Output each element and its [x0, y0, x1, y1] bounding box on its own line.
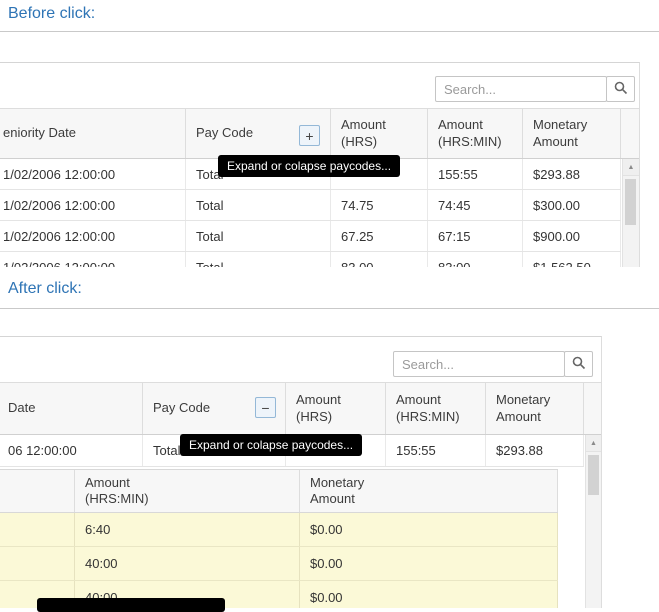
scroll-up-icon[interactable]: ▲	[586, 435, 601, 452]
cell-date: 06 12:00:00	[0, 435, 143, 466]
vertical-scrollbar[interactable]: ▲	[622, 159, 639, 267]
cell-amount-hrs: 74.75	[331, 190, 428, 220]
cell-amount-hrsmin: 83:00	[428, 252, 523, 267]
table-row[interactable]: 1/02/2006 12:00:00 Total 67.25 67:15 $90…	[0, 221, 621, 252]
cell-paycode: Total	[186, 190, 331, 220]
scrollbar-thumb[interactable]	[588, 455, 599, 495]
after-heading: After click:	[8, 280, 82, 298]
column-header-amount-hrs[interactable]: Amount (HRS)	[331, 109, 428, 158]
expand-collapse-tooltip: Expand or colapse paycodes...	[180, 434, 362, 456]
search-button[interactable]	[564, 351, 593, 377]
detail-column-label: Amount (HRS:MIN)	[85, 475, 165, 508]
cell-amount-hrsmin: 40:00	[75, 547, 300, 580]
column-header-monetary-amount[interactable]: Monetary Amount	[486, 383, 584, 434]
detail-column-header-amount-hrsmin[interactable]: Amount (HRS:MIN)	[75, 470, 300, 512]
search-input[interactable]	[435, 76, 607, 102]
collapse-paycodes-button[interactable]: −	[255, 397, 276, 418]
divider	[0, 308, 659, 309]
cell-amount-hrsmin: 67:15	[428, 221, 523, 251]
cell-blank	[0, 513, 75, 546]
divider	[0, 31, 659, 32]
cell-monetary: $0.00	[300, 547, 558, 580]
detail-column-header-blank	[0, 470, 75, 512]
table-row[interactable]: 1/02/2006 12:00:00 Total 83.00 83:00 $1,…	[0, 252, 621, 267]
column-header-date[interactable]: Date	[0, 383, 143, 434]
cell-date: 1/02/2006 12:00:00	[0, 190, 186, 220]
expand-paycodes-button[interactable]: +	[299, 125, 320, 146]
scrollbar-thumb[interactable]	[625, 179, 636, 225]
cell-monetary: $293.88	[523, 159, 621, 189]
scroll-up-icon[interactable]: ▲	[623, 159, 639, 176]
column-header-amount-hrsmin[interactable]: Amount (HRS:MIN)	[386, 383, 486, 434]
cell-monetary: $900.00	[523, 221, 621, 251]
search-icon	[572, 356, 586, 373]
cell-paycode: Total	[186, 221, 331, 251]
detail-column-header-monetary-amount[interactable]: Monetary Amount	[300, 470, 558, 512]
cell-date: 1/02/2006 12:00:00	[0, 159, 186, 189]
cell-monetary: $293.88	[486, 435, 584, 466]
cell-monetary: $1,562.50	[523, 252, 621, 267]
cell-monetary: $0.00	[300, 581, 558, 608]
detail-row[interactable]: 6:40 $0.00	[0, 513, 558, 547]
cell-amount-hrsmin: 155:55	[428, 159, 523, 189]
after-grid-header: Date Pay Code Amount (HRS) Amount (HRS:M…	[0, 383, 602, 435]
cell-amount-hrsmin: 155:55	[386, 435, 486, 466]
before-grid-header: eniority Date Pay Code Amount (HRS) Amou…	[0, 109, 640, 159]
search-button[interactable]	[606, 76, 635, 102]
column-header-amount-hrs[interactable]: Amount (HRS)	[286, 383, 386, 434]
before-heading: Before click:	[8, 5, 95, 23]
column-header-monetary-amount[interactable]: Monetary Amount	[523, 109, 621, 158]
header-filler	[584, 383, 602, 434]
cell-monetary: $0.00	[300, 513, 558, 546]
detail-column-label: Monetary Amount	[310, 475, 390, 508]
column-header-seniority-date[interactable]: eniority Date	[0, 109, 186, 158]
expand-collapse-tooltip: Expand or colapse paycodes...	[218, 155, 400, 177]
before-grid: eniority Date Pay Code Amount (HRS) Amou…	[0, 62, 640, 267]
after-grid-toolbar	[0, 337, 601, 383]
cell-monetary: $300.00	[523, 190, 621, 220]
table-row[interactable]: 1/02/2006 12:00:00 Total 74.75 74:45 $30…	[0, 190, 621, 221]
detail-grid-header: Amount (HRS:MIN) Monetary Amount	[0, 469, 558, 513]
detail-row[interactable]: 40:00 $0.00	[0, 547, 558, 581]
cell-amount-hrsmin: 6:40	[75, 513, 300, 546]
header-filler	[621, 109, 640, 158]
cell-date: 1/02/2006 12:00:00	[0, 252, 186, 267]
cell-amount-hrs: 83.00	[331, 252, 428, 267]
vertical-scrollbar[interactable]: ▲	[585, 435, 601, 608]
after-grid: Date Pay Code Amount (HRS) Amount (HRS:M…	[0, 336, 602, 608]
search-input[interactable]	[393, 351, 565, 377]
cell-amount-hrs: 67.25	[331, 221, 428, 251]
cell-paycode: Total	[186, 252, 331, 267]
cell-date: 1/02/2006 12:00:00	[0, 221, 186, 251]
column-header-amount-hrsmin[interactable]: Amount (HRS:MIN)	[428, 109, 523, 158]
before-grid-toolbar	[0, 63, 639, 109]
cut-off-tooltip	[37, 598, 225, 612]
cell-amount-hrsmin: 74:45	[428, 190, 523, 220]
cell-blank	[0, 547, 75, 580]
search-icon	[614, 81, 628, 98]
